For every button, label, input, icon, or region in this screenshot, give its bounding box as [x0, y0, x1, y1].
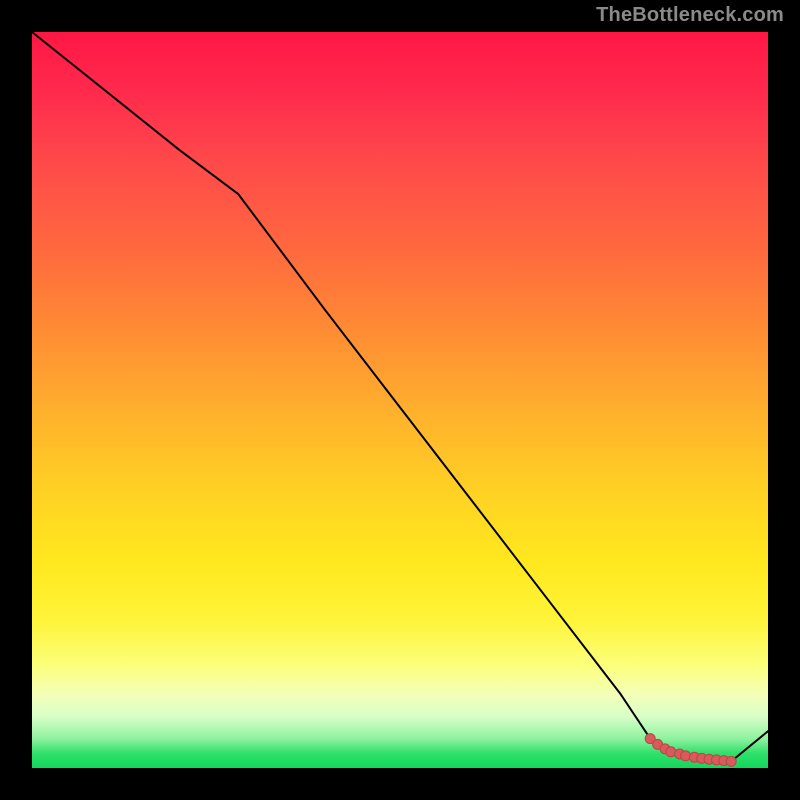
chart-frame: TheBottleneck.com [0, 0, 800, 800]
dot [666, 747, 676, 757]
dot [726, 756, 736, 766]
floor-dots [645, 734, 736, 767]
chart-overlay [32, 32, 768, 768]
curve-line [32, 32, 768, 761]
watermark-text: TheBottleneck.com [596, 4, 784, 27]
